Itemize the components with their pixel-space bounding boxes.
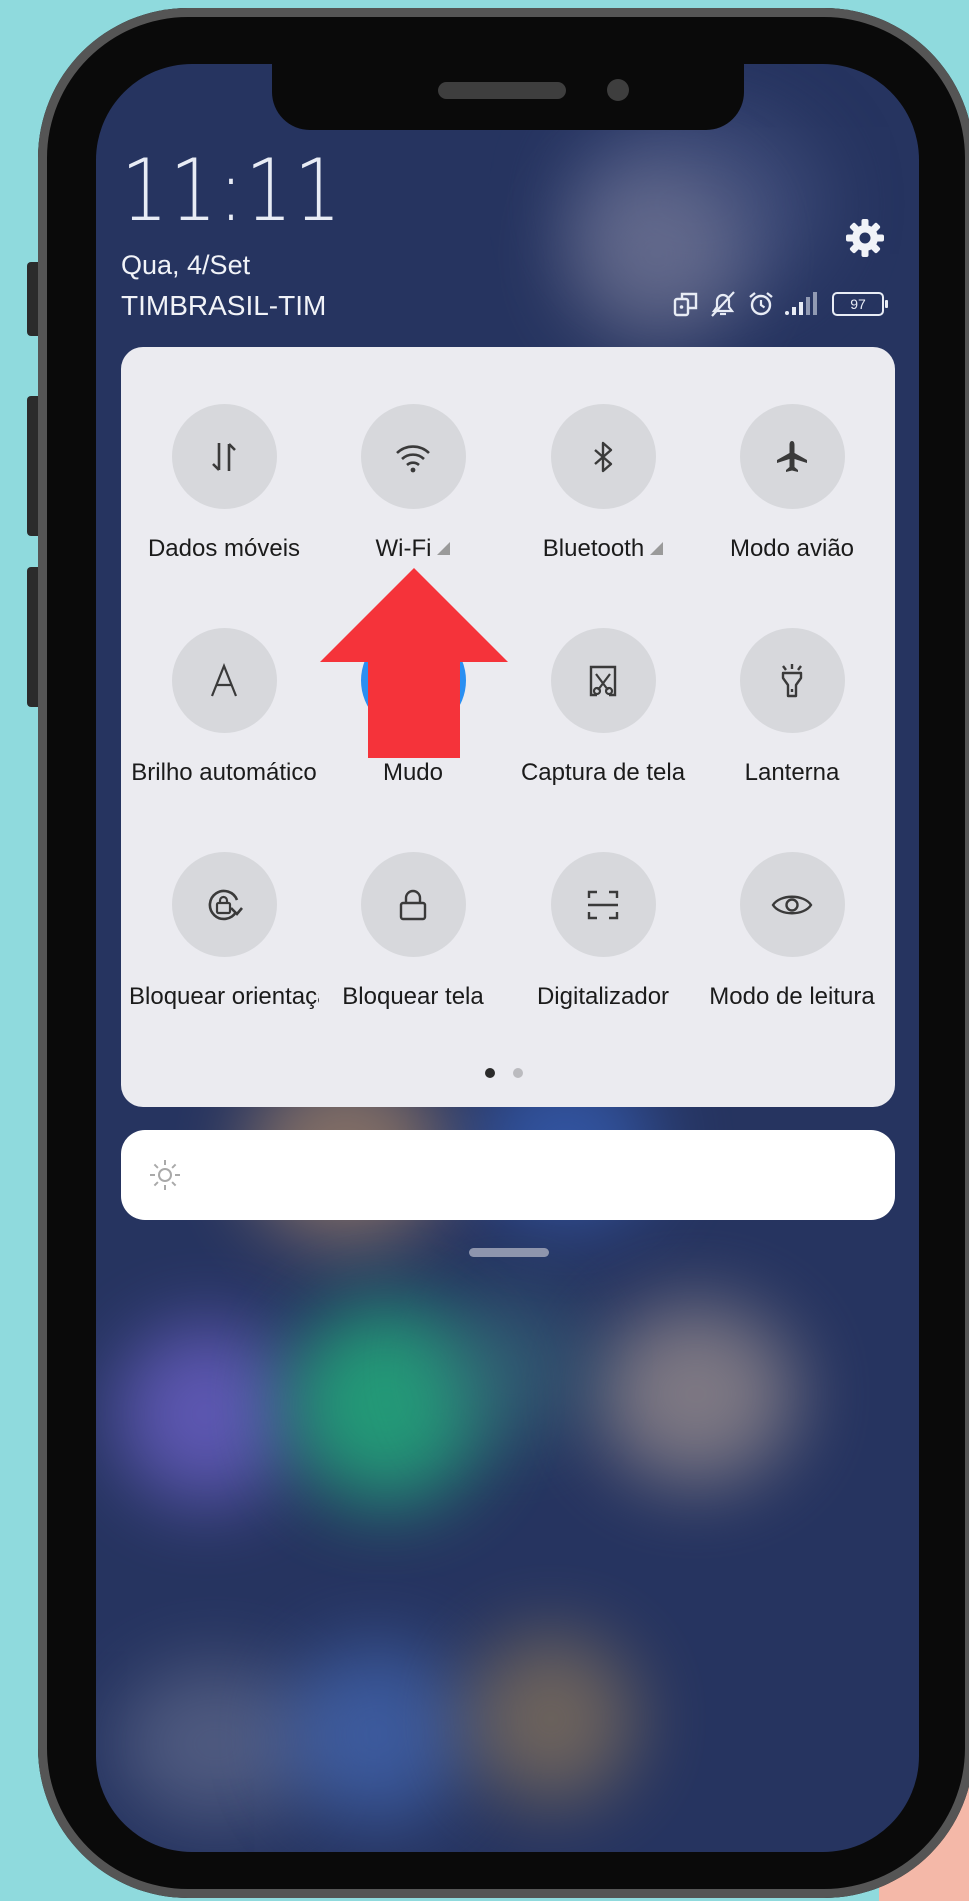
rotation-lock-icon xyxy=(208,889,243,920)
tile-button[interactable] xyxy=(171,628,277,733)
scanner-icon xyxy=(587,890,619,919)
tile-label: Brilho automático xyxy=(131,759,317,786)
brightness-slider[interactable] xyxy=(121,1130,895,1220)
tile-button[interactable] xyxy=(739,404,845,509)
page-dot xyxy=(513,1068,523,1078)
highlight-arrow xyxy=(320,568,508,758)
tile-button[interactable] xyxy=(550,628,656,733)
tile-label: Captura de tela xyxy=(520,759,686,786)
expand-arrow-icon[interactable] xyxy=(650,542,664,555)
expand-arrow-icon[interactable] xyxy=(437,542,451,555)
tile-button[interactable] xyxy=(171,404,277,509)
tile-screenshot[interactable]: Captura de tela xyxy=(508,628,698,787)
flashlight-icon xyxy=(781,663,803,697)
tile-lock-screen[interactable]: Bloquear tela xyxy=(318,852,508,1011)
tile-airplane[interactable]: Modo avião xyxy=(697,404,887,563)
tile-label-wrap: Wi-Fi xyxy=(318,535,508,563)
airplane-icon xyxy=(777,440,807,472)
front-camera xyxy=(607,79,629,101)
bell-muted-icon xyxy=(711,291,735,317)
tile-label: Mudo xyxy=(382,759,444,786)
status-bar-icons: 97 xyxy=(672,290,888,318)
tile-label-wrap: Bluetooth xyxy=(508,535,698,563)
tile-label: Modo de leitura xyxy=(709,983,875,1010)
sun-icon xyxy=(150,1160,180,1190)
drag-handle[interactable] xyxy=(469,1248,549,1257)
page-dot-active xyxy=(485,1068,495,1078)
page-indicator xyxy=(485,1068,523,1078)
tile-label: Bloquear orientação xyxy=(129,983,319,1010)
tile-label: Bluetooth xyxy=(542,535,645,562)
alarm-icon xyxy=(749,292,773,316)
signal-icon xyxy=(785,292,817,315)
lock-icon xyxy=(399,889,427,920)
tile-rotation-lock[interactable]: Bloquear orientação xyxy=(129,852,319,1011)
date: Qua, 4/Set xyxy=(121,250,251,280)
tile-bluetooth[interactable]: Bluetooth xyxy=(508,404,698,563)
tile-button[interactable] xyxy=(171,852,277,957)
mobile-data-icon xyxy=(212,442,236,471)
tile-reading-mode[interactable]: Modo de leitura xyxy=(697,852,887,1011)
tile-label: Dados móveis xyxy=(147,535,301,562)
tile-wifi[interactable]: Wi-Fi xyxy=(318,404,508,563)
tile-button[interactable] xyxy=(739,852,845,957)
tile-flashlight[interactable]: Lanterna xyxy=(697,628,887,787)
tile-button[interactable] xyxy=(739,628,845,733)
tile-label: Wi-Fi xyxy=(375,535,432,562)
tile-label: Bloquear tela xyxy=(342,983,484,1010)
wifi-icon xyxy=(396,444,430,472)
carrier-name: TIMBRASIL-TIM xyxy=(121,290,327,321)
tile-auto-brightness[interactable]: Brilho automático xyxy=(129,628,319,787)
screen-rotate-icon xyxy=(673,292,698,317)
speaker-grille xyxy=(438,82,566,99)
gear-icon[interactable] xyxy=(843,216,887,260)
bluetooth-icon xyxy=(594,441,613,472)
tile-mobile-data[interactable]: Dados móveis xyxy=(129,404,319,563)
tile-button[interactable] xyxy=(360,852,466,957)
tile-label: Digitalizador xyxy=(536,983,670,1010)
battery-icon: 97 xyxy=(832,292,888,316)
eye-icon xyxy=(771,895,813,914)
tile-label: Lanterna xyxy=(744,759,840,786)
tile-button[interactable] xyxy=(360,404,466,509)
tile-button[interactable] xyxy=(550,852,656,957)
screenshot-icon xyxy=(589,665,617,696)
tile-scanner[interactable]: Digitalizador xyxy=(508,852,698,1011)
tile-label: Modo avião xyxy=(729,535,855,562)
clock: 11:11 xyxy=(121,141,343,241)
tile-button[interactable] xyxy=(550,404,656,509)
auto-brightness-icon xyxy=(210,662,238,696)
